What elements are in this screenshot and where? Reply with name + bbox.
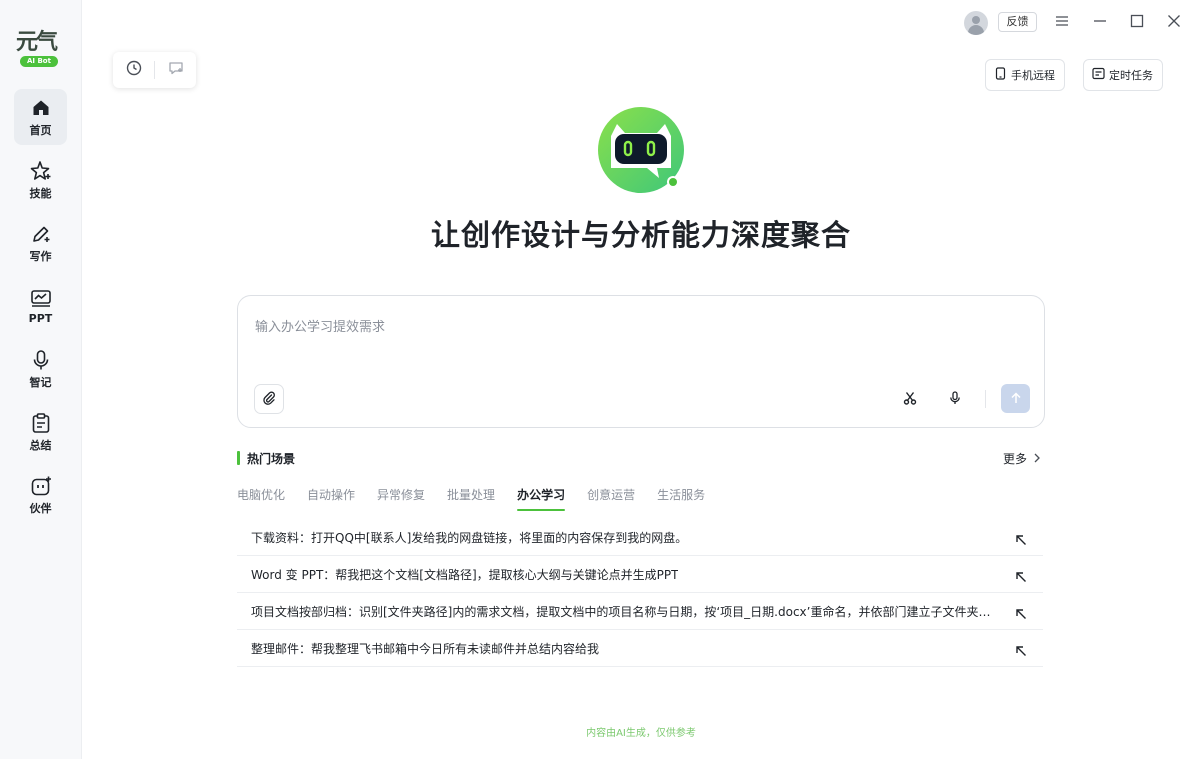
history-toolbar — [113, 52, 196, 88]
menu-icon — [1055, 13, 1069, 32]
tab-error-repair[interactable]: 异常修复 — [377, 486, 425, 511]
list-item[interactable]: 项目文档按部归档：识别[文件夹路径]内的需求文档，提取文档中的项目名称与日期，按… — [237, 593, 1043, 630]
voice-input-button[interactable] — [942, 386, 968, 412]
tab-auto-operation[interactable]: 自动操作 — [307, 486, 355, 511]
phone-remote-button[interactable]: 手机远程 — [985, 59, 1065, 91]
menu-button[interactable] — [1052, 12, 1072, 32]
section-accent-bar — [237, 451, 240, 465]
sidebar: 元气 AI Bot 首页 技能 写作 PPT 智记 总结 伙伴 — [0, 0, 82, 759]
minimize-button[interactable] — [1090, 12, 1110, 32]
sidebar-item-label: 伙伴 — [29, 501, 52, 515]
scissors-button[interactable] — [897, 386, 923, 412]
list-item-text: 整理邮件：帮我整理飞书邮箱中今日所有未读邮件并总结内容给我 — [251, 641, 600, 656]
divider — [985, 390, 986, 408]
minimize-icon — [1093, 13, 1107, 32]
sidebar-item-label: 智记 — [29, 375, 52, 389]
list-item-text: Word 变 PPT：帮我把这个文档[文档路径]，提取核心大纲与关键论点并生成P… — [251, 567, 679, 582]
tab-office-learning[interactable]: 办公学习 — [517, 486, 566, 511]
sidebar-nav: 首页 技能 写作 PPT 智记 总结 伙伴 — [14, 89, 68, 530]
sidebar-item-partner[interactable]: 伙伴 — [14, 467, 67, 523]
history-button[interactable] — [113, 52, 154, 88]
new-chat-button[interactable] — [155, 52, 196, 88]
tab-batch-processing[interactable]: 批量处理 — [447, 486, 495, 511]
scheduled-task-button[interactable]: 定时任务 — [1083, 59, 1163, 91]
microphone-icon — [30, 349, 52, 371]
presentation-icon — [30, 287, 52, 309]
send-button[interactable] — [1001, 384, 1030, 413]
scene-list: 下载资料：打开QQ中[联系人]发给我的网盘链接，将里面的内容保存到我的网盘。 W… — [237, 519, 1043, 667]
clipboard-icon — [30, 412, 52, 434]
phone-icon — [994, 67, 1011, 83]
arrow-up-left-icon — [1015, 642, 1029, 656]
composer[interactable]: 输入办公学习提效需求 — [237, 295, 1045, 428]
phone-remote-label: 手机远程 — [1011, 69, 1055, 82]
close-button[interactable] — [1164, 12, 1184, 32]
logo-text: 元气 — [16, 29, 58, 55]
new-chat-icon — [168, 60, 184, 80]
scene-tabs: 电脑优化 自动操作 异常修复 批量处理 办公学习 创意运营 生活服务 — [237, 486, 727, 511]
tab-computer-optimization[interactable]: 电脑优化 — [237, 486, 285, 511]
tab-life-services[interactable]: 生活服务 — [657, 486, 705, 511]
arrow-up-left-icon — [1015, 531, 1029, 545]
list-item[interactable]: Word 变 PPT：帮我把这个文档[文档路径]，提取核心大纲与关键论点并生成P… — [237, 556, 1043, 593]
maximize-button[interactable] — [1127, 12, 1147, 32]
list-item[interactable]: 下载资料：打开QQ中[联系人]发给我的网盘链接，将里面的内容保存到我的网盘。 — [237, 519, 1043, 556]
home-icon — [30, 97, 52, 119]
bot-face-icon — [30, 475, 52, 497]
list-item[interactable]: 整理邮件：帮我整理飞书邮箱中今日所有未读邮件并总结内容给我 — [237, 630, 1043, 667]
scheduled-task-label: 定时任务 — [1109, 69, 1153, 82]
logo-badge: AI Bot — [20, 56, 58, 67]
clock-icon — [126, 60, 142, 80]
more-label: 更多 — [1002, 452, 1027, 466]
section-title: 热门场景 — [247, 452, 296, 466]
avatar-head — [972, 16, 980, 24]
ai-disclaimer: 内容由AI生成，仅供参考 — [586, 728, 696, 739]
sidebar-item-ppt[interactable]: PPT — [14, 278, 67, 334]
avatar[interactable] — [964, 11, 988, 35]
mascot-logo — [597, 106, 685, 194]
chevron-right-icon — [1027, 452, 1041, 466]
sidebar-item-home[interactable]: 首页 — [14, 89, 67, 145]
list-item-text: 项目文档按部归档：识别[文件夹路径]内的需求文档，提取文档中的项目名称与日期，按… — [251, 604, 1001, 619]
arrow-up-left-icon — [1015, 605, 1029, 619]
composer-input[interactable]: 输入办公学习提效需求 — [255, 316, 385, 335]
tab-creative-operations[interactable]: 创意运营 — [587, 486, 635, 511]
attach-button[interactable] — [254, 384, 284, 414]
app-logo[interactable]: 元气 AI Bot — [14, 24, 66, 70]
list-item-text: 下载资料：打开QQ中[联系人]发给我的网盘链接，将里面的内容保存到我的网盘。 — [251, 530, 688, 545]
arrow-up-icon — [1010, 389, 1022, 408]
close-icon — [1167, 13, 1181, 32]
sidebar-item-notes[interactable]: 智记 — [14, 341, 67, 397]
paperclip-icon — [262, 390, 276, 409]
page-title: 让创作设计与分析能力深度聚合 — [430, 218, 851, 252]
avatar-body — [968, 25, 984, 35]
sidebar-item-skills[interactable]: 技能 — [14, 152, 67, 208]
sidebar-item-label: 首页 — [29, 123, 52, 137]
feedback-button[interactable]: 反馈 — [998, 12, 1037, 32]
scissors-icon — [903, 390, 917, 409]
microphone-icon — [948, 390, 962, 409]
sparkle-icon — [30, 160, 52, 182]
sidebar-item-label: PPT — [28, 312, 53, 325]
sidebar-item-summary[interactable]: 总结 — [14, 404, 67, 460]
hot-scenes-header: 热门场景 更多 — [237, 450, 1043, 466]
maximize-icon — [1130, 13, 1144, 32]
arrow-up-left-icon — [1015, 568, 1029, 582]
more-link[interactable]: 更多 — [1003, 450, 1041, 467]
sidebar-item-label: 总结 — [29, 438, 52, 452]
sidebar-item-label: 技能 — [29, 186, 52, 200]
calendar-icon — [1092, 67, 1109, 83]
